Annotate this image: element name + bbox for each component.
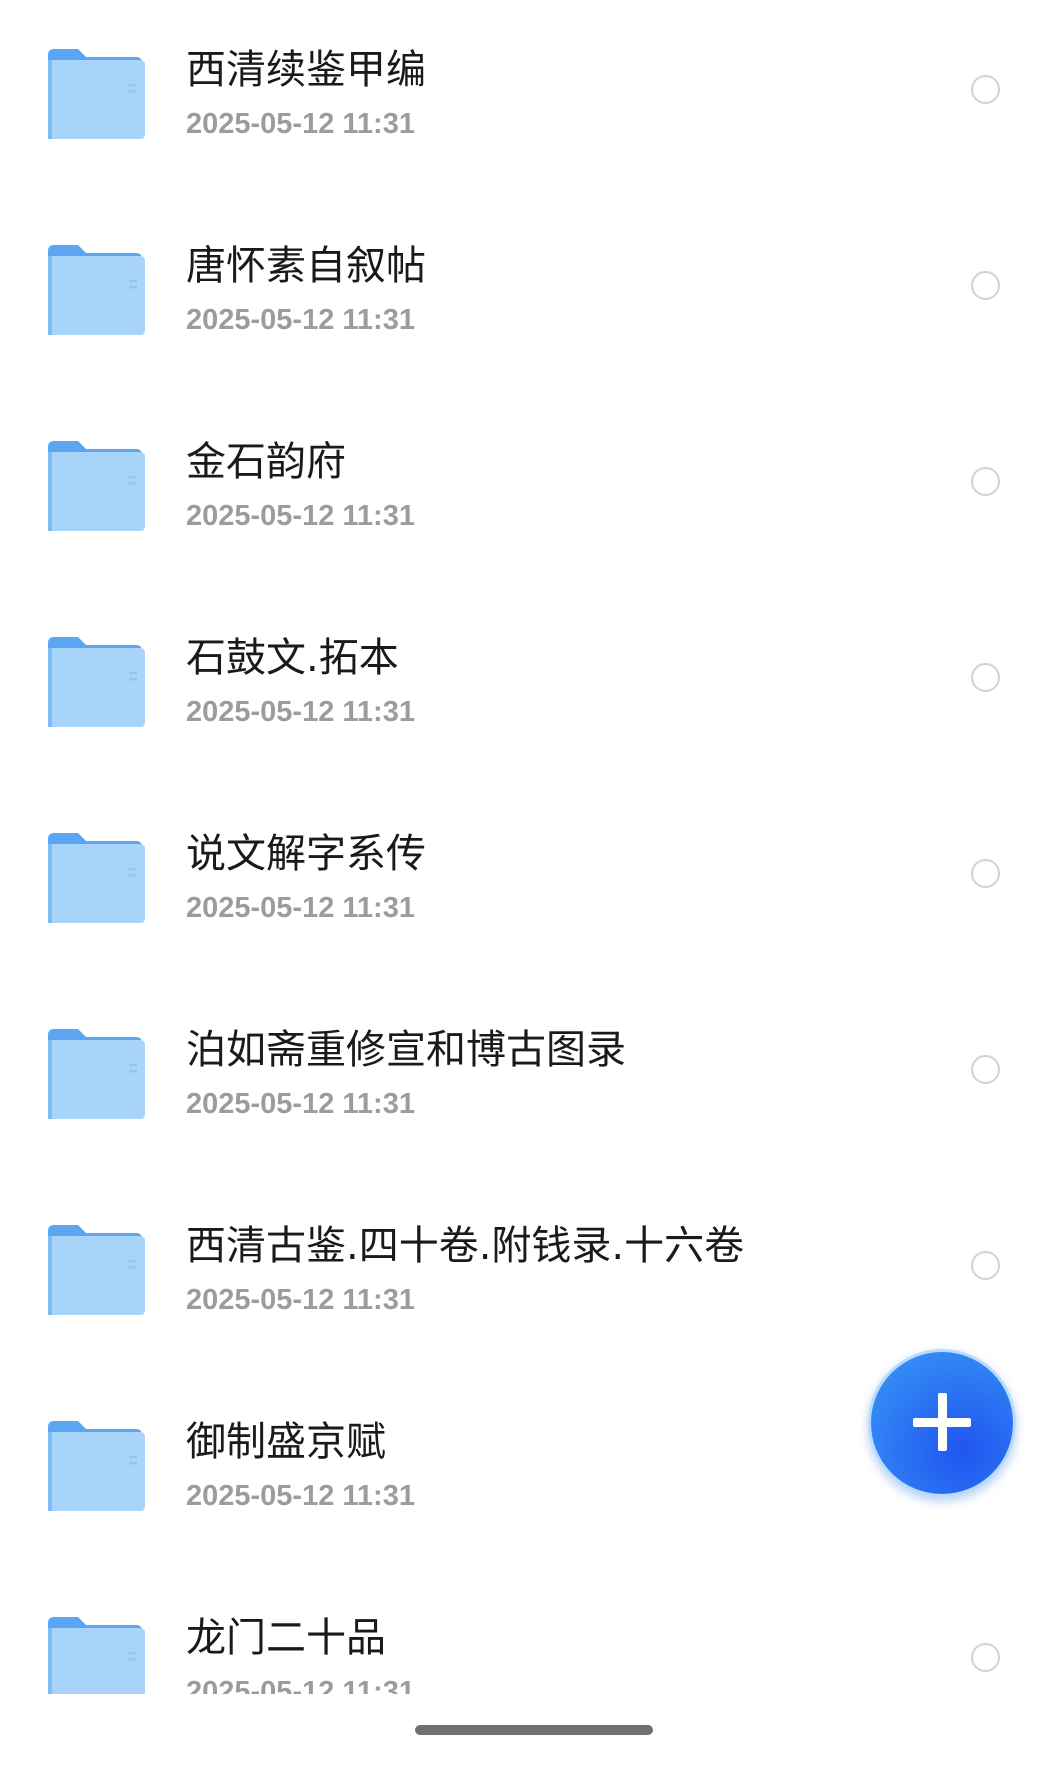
folder-icon [48, 49, 145, 139]
folder-name: 石鼓文.拓本 [186, 635, 399, 681]
folder-icon [48, 1421, 145, 1511]
list-item[interactable]: 龙门二十品 2025-05-12 11:31 [0, 1568, 1058, 1694]
folder-icon [48, 245, 145, 335]
folder-date: 2025-05-12 11:31 [186, 1088, 415, 1120]
list-item[interactable]: 石鼓文.拓本 2025-05-12 11:31 [0, 588, 1058, 784]
list-item[interactable]: 泊如斋重修宣和博古图录 2025-05-12 11:31 [0, 980, 1058, 1176]
select-radio[interactable] [971, 1251, 1000, 1280]
select-radio[interactable] [971, 75, 1000, 104]
folder-date: 2025-05-12 11:31 [186, 304, 415, 336]
folder-icon [48, 1029, 145, 1119]
folder-name: 西清续鉴甲编 [186, 47, 426, 93]
folder-name: 说文解字系传 [186, 831, 426, 877]
folder-name: 龙门二十品 [186, 1615, 386, 1661]
folder-icon [48, 1617, 145, 1694]
folder-date: 2025-05-12 11:31 [186, 1480, 415, 1512]
list-item[interactable]: 说文解字系传 2025-05-12 11:31 [0, 784, 1058, 980]
list-item[interactable]: 西清古鉴.四十卷.附钱录.十六卷 2025-05-12 11:31 [0, 1176, 1058, 1372]
folder-date: 2025-05-12 11:31 [186, 696, 415, 728]
folder-name: 西清古鉴.四十卷.附钱录.十六卷 [186, 1223, 745, 1269]
folder-icon [48, 441, 145, 531]
select-radio[interactable] [971, 859, 1000, 888]
folder-name: 御制盛京赋 [186, 1419, 386, 1465]
folder-name: 泊如斋重修宣和博古图录 [186, 1027, 626, 1073]
select-radio[interactable] [971, 467, 1000, 496]
select-radio[interactable] [971, 1055, 1000, 1084]
folder-icon [48, 1225, 145, 1315]
folder-date: 2025-05-12 11:31 [186, 500, 415, 532]
select-radio[interactable] [971, 663, 1000, 692]
folder-name: 金石韵府 [186, 439, 346, 485]
folder-icon [48, 833, 145, 923]
list-item[interactable]: 西清续鉴甲编 2025-05-12 11:31 [0, 0, 1058, 196]
folder-date: 2025-05-12 11:31 [186, 892, 415, 924]
folder-date: 2025-05-12 11:31 [186, 1284, 415, 1316]
home-indicator[interactable] [415, 1725, 653, 1735]
select-radio[interactable] [971, 271, 1000, 300]
folder-date: 2025-05-12 11:31 [186, 1676, 415, 1694]
folder-name: 唐怀素自叙帖 [186, 243, 426, 289]
folder-date: 2025-05-12 11:31 [186, 108, 415, 140]
add-button[interactable] [868, 1349, 1016, 1497]
list-item[interactable]: 金石韵府 2025-05-12 11:31 [0, 392, 1058, 588]
select-radio[interactable] [971, 1643, 1000, 1672]
folder-icon [48, 637, 145, 727]
list-item[interactable]: 唐怀素自叙帖 2025-05-12 11:31 [0, 196, 1058, 392]
